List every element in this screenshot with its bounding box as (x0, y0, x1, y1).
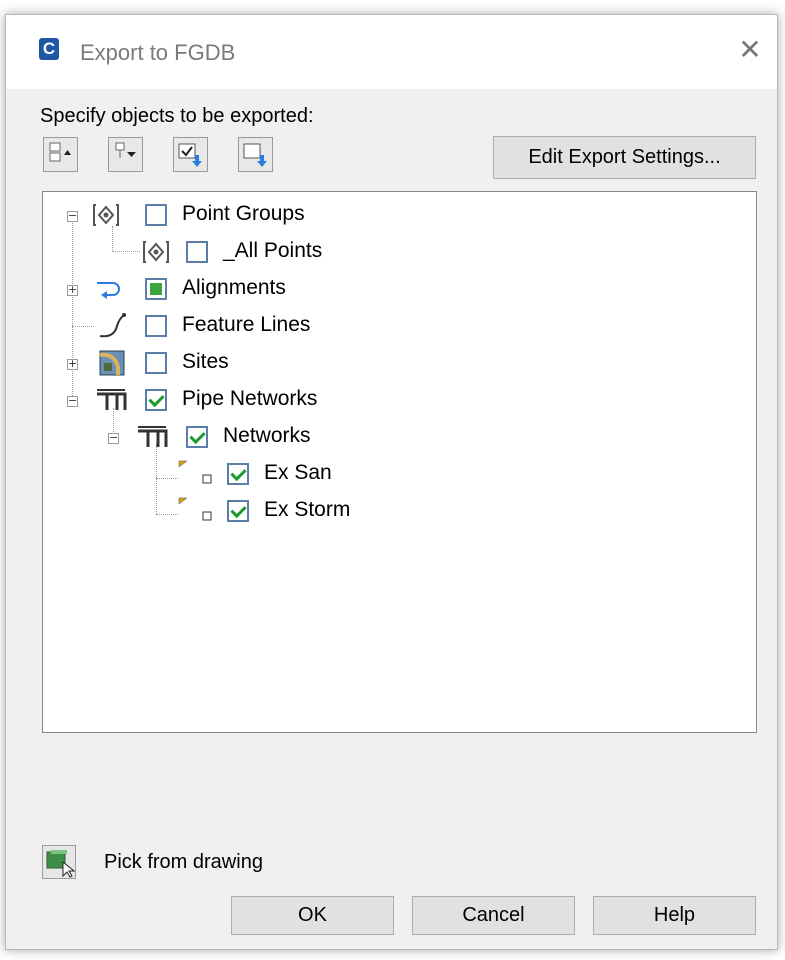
site-icon (99, 350, 125, 376)
collapse-all-button[interactable] (43, 137, 78, 172)
tree-node-ex-san[interactable]: Ex San (43, 459, 743, 489)
tree-label: Ex Storm (264, 498, 351, 521)
feature-line-icon (99, 313, 126, 338)
collapse-toggle[interactable]: − (108, 432, 119, 444)
edit-export-settings-button[interactable]: Edit Export Settings... (493, 136, 756, 179)
export-prompt-label: Specify objects to be exported: (40, 105, 314, 127)
dialog-title: Export to FGDB (80, 40, 236, 65)
ex-san-checkbox[interactable] (227, 463, 249, 485)
export-dialog: C Export to FGDB ✕ Specify objects to be… (5, 14, 778, 950)
ex-storm-checkbox[interactable] (227, 500, 249, 522)
collapse-all-icon (49, 142, 71, 162)
tree-node-pipe-networks[interactable]: − Pipe Networks (43, 385, 743, 415)
pick-from-drawing-label: Pick from drawing (104, 851, 263, 873)
tree-label: Sites (182, 350, 229, 373)
collapse-toggle[interactable]: − (67, 210, 78, 222)
cancel-button[interactable]: Cancel (412, 896, 575, 935)
expand-all-button[interactable] (108, 137, 143, 172)
ok-button[interactable]: OK (231, 896, 394, 935)
tree-node-point-groups[interactable]: − Point Groups (43, 200, 743, 230)
expand-all-icon (115, 142, 136, 158)
point-group-icon (143, 241, 169, 263)
sites-checkbox[interactable] (145, 352, 167, 374)
pick-from-drawing-button[interactable] (42, 845, 76, 879)
clear-all-button[interactable] (238, 137, 273, 172)
expand-toggle[interactable]: + (67, 284, 78, 296)
title-bar: C Export to FGDB ✕ (6, 15, 777, 89)
tree-label: Pipe Networks (182, 387, 318, 410)
clear-all-icon (243, 143, 267, 167)
tree-label: Point Groups (182, 202, 305, 225)
tree-label: Feature Lines (182, 313, 311, 336)
collapse-toggle[interactable]: − (67, 395, 78, 407)
point-groups-checkbox[interactable] (145, 204, 167, 226)
alignment-icon (97, 282, 120, 299)
select-all-icon (178, 143, 202, 167)
tree-node-all-points[interactable]: _All Points (43, 237, 743, 267)
tree-label: Networks (223, 424, 311, 447)
tree-node-alignments[interactable]: + Alignments (43, 274, 743, 304)
tree-node-networks[interactable]: − Networks (43, 422, 743, 452)
pick-icon (46, 850, 76, 878)
pipe-networks-checkbox[interactable] (145, 389, 167, 411)
close-icon[interactable]: ✕ (735, 35, 765, 65)
tree-node-ex-storm[interactable]: Ex Storm (43, 496, 743, 526)
feature-lines-checkbox[interactable] (145, 315, 167, 337)
tree-node-sites[interactable]: + Sites (43, 348, 743, 378)
object-tree[interactable]: − Point Groups _All Points + Alignments … (42, 191, 757, 733)
tree-label: _All Points (223, 239, 323, 262)
point-group-icon (93, 204, 119, 226)
network-item-icon (178, 460, 212, 484)
tree-node-feature-lines[interactable]: Feature Lines (43, 311, 743, 341)
select-all-button[interactable] (173, 137, 208, 172)
tree-label: Alignments (182, 276, 286, 299)
all-points-checkbox[interactable] (186, 241, 208, 263)
network-item-icon (178, 497, 212, 521)
civil3d-app-icon: C (39, 38, 59, 60)
networks-checkbox[interactable] (186, 426, 208, 448)
tree-label: Ex San (264, 461, 332, 484)
alignments-checkbox[interactable] (145, 278, 167, 300)
pipe-network-icon (138, 426, 168, 447)
expand-toggle[interactable]: + (67, 358, 78, 370)
help-button[interactable]: Help (593, 896, 756, 935)
pipe-network-icon (97, 389, 127, 410)
